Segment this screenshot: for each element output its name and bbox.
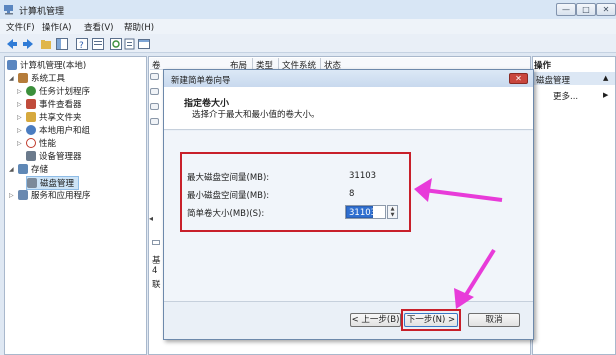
arrow-to-next-button <box>454 248 496 309</box>
annotation-arrows <box>414 178 503 309</box>
arrow-to-size-fields <box>414 178 503 202</box>
